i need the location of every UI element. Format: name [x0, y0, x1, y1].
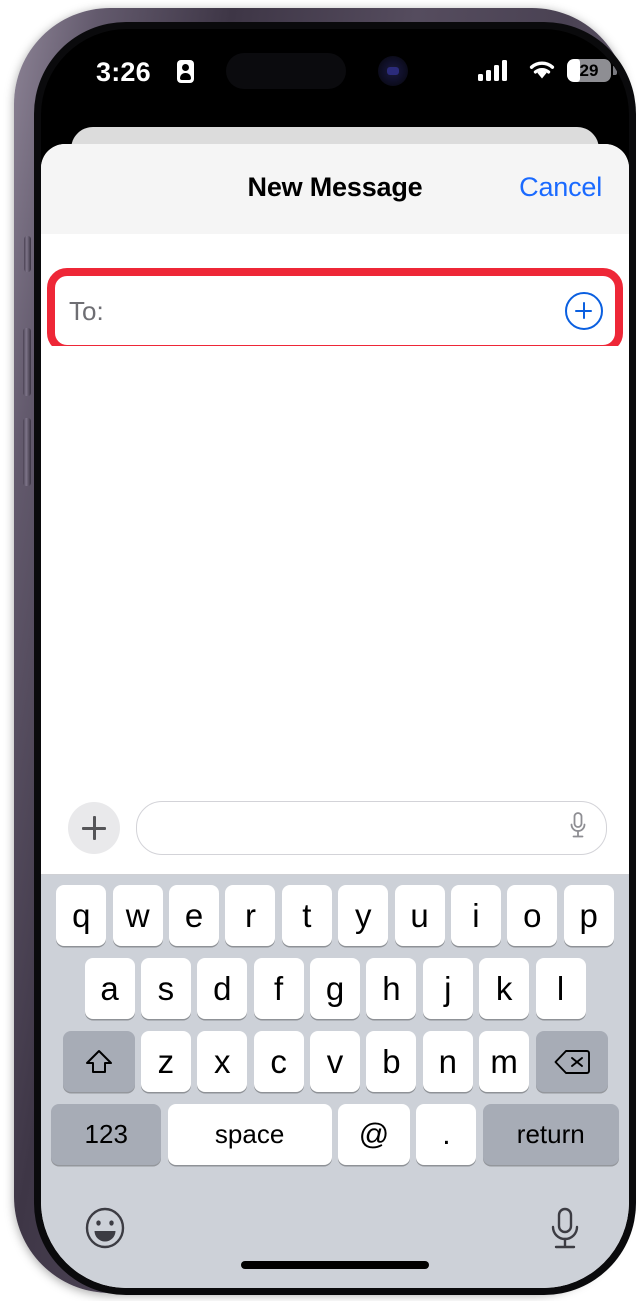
message-input[interactable] [157, 813, 568, 843]
dynamic-island [226, 53, 346, 89]
at-key[interactable]: @ [338, 1104, 410, 1165]
key-f[interactable]: f [253, 958, 304, 1019]
key-t[interactable]: t [281, 885, 332, 946]
status-bar: 3:26 29 [41, 29, 629, 121]
wifi-icon [527, 58, 557, 81]
sheet-header: New Message Cancel [41, 144, 629, 234]
cancel-button[interactable]: Cancel [519, 172, 602, 203]
phone-screen: 3:26 29 New Message Cancel To: q w e r t… [41, 29, 629, 1288]
key-a[interactable]: a [84, 958, 135, 1019]
space-key[interactable]: space [167, 1104, 332, 1165]
key-n[interactable]: n [422, 1031, 473, 1092]
key-z[interactable]: z [140, 1031, 191, 1092]
phone-device-frame: 3:26 29 New Message Cancel To: q w e r t… [14, 8, 636, 1295]
key-j[interactable]: j [422, 958, 473, 1019]
return-key[interactable]: return [482, 1104, 619, 1165]
key-x[interactable]: x [197, 1031, 248, 1092]
battery-indicator: 29 [567, 59, 611, 82]
new-message-sheet: New Message Cancel To: q w e r t y u i o… [41, 144, 629, 1288]
key-y[interactable]: y [338, 885, 389, 946]
key-d[interactable]: d [197, 958, 248, 1019]
key-h[interactable]: h [366, 958, 417, 1019]
front-camera-icon [378, 56, 408, 86]
silent-switch[interactable] [24, 236, 31, 272]
emoji-smiley-icon[interactable] [83, 1206, 127, 1250]
message-input-field[interactable] [136, 801, 607, 855]
message-compose-bar [41, 782, 629, 874]
volume-down-button[interactable] [23, 418, 31, 486]
key-l[interactable]: l [535, 958, 586, 1019]
keyboard-utility-row [41, 1200, 629, 1288]
volume-up-button[interactable] [23, 328, 31, 396]
key-u[interactable]: u [394, 885, 445, 946]
keyboard-row-4: 123 space @ . return [41, 1104, 629, 1165]
key-m[interactable]: m [479, 1031, 530, 1092]
microphone-icon[interactable] [568, 811, 588, 846]
dictation-microphone-icon[interactable] [545, 1204, 585, 1252]
shift-arrow-icon[interactable] [62, 1031, 135, 1092]
key-p[interactable]: p [563, 885, 614, 946]
backspace-delete-icon[interactable] [535, 1031, 608, 1092]
keyboard-row-2: a s d f g h j k l [41, 958, 629, 1019]
key-r[interactable]: r [225, 885, 276, 946]
key-s[interactable]: s [140, 958, 191, 1019]
contact-card-icon [177, 60, 194, 83]
key-e[interactable]: e [169, 885, 220, 946]
period-key[interactable]: . [416, 1104, 477, 1165]
home-indicator[interactable] [241, 1261, 429, 1269]
plus-icon[interactable] [68, 802, 120, 854]
key-g[interactable]: g [310, 958, 360, 1019]
battery-percent-label: 29 [579, 60, 599, 80]
on-screen-keyboard: q w e r t y u i o p a s d f g h j k l z … [41, 875, 629, 1288]
keyboard-row-3: z x c v b n m [41, 1031, 629, 1092]
key-i[interactable]: i [450, 885, 501, 946]
key-c[interactable]: c [253, 1031, 304, 1092]
cellular-signal-icon [478, 59, 512, 81]
key-v[interactable]: v [310, 1031, 360, 1092]
conversation-body [41, 346, 629, 856]
annotation-highlight-box [47, 268, 623, 353]
key-w[interactable]: w [112, 885, 163, 946]
status-bar-time: 3:26 [96, 57, 151, 87]
key-b[interactable]: b [366, 1031, 417, 1092]
key-k[interactable]: k [479, 958, 530, 1019]
key-q[interactable]: q [56, 885, 107, 946]
numbers-key[interactable]: 123 [51, 1104, 162, 1165]
battery-nub [613, 66, 617, 75]
keyboard-row-1: q w e r t y u i o p [41, 875, 629, 946]
key-o[interactable]: o [507, 885, 558, 946]
